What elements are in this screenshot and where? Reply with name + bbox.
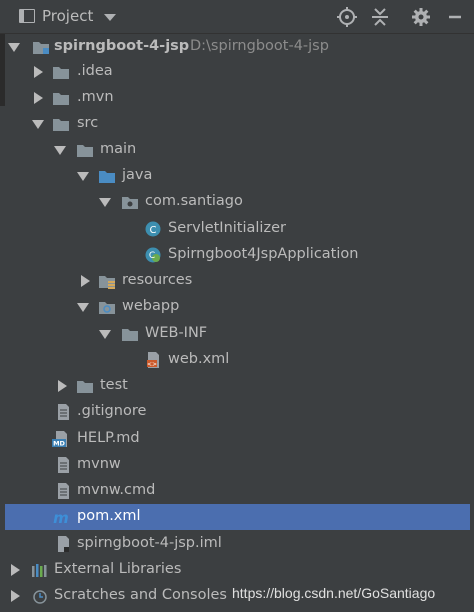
module-folder-icon <box>33 42 49 54</box>
gear-icon[interactable] <box>410 6 432 28</box>
source-folder-icon <box>99 171 115 183</box>
svg-text:C: C <box>149 251 155 261</box>
scratches-icon <box>33 590 47 604</box>
tree-item-main[interactable]: main <box>0 137 474 163</box>
tree-item-label: spirngboot-4-jsp.iml <box>77 535 222 551</box>
module-file-icon <box>58 536 69 552</box>
tree-item-label: HELP.md <box>77 430 140 446</box>
folder-icon <box>53 67 69 79</box>
view-dropdown-icon[interactable] <box>104 14 116 21</box>
tree-item-label: pom.xml <box>77 508 141 524</box>
library-icon <box>32 564 47 577</box>
tree-item-label: main <box>100 141 137 157</box>
tree-item-idea[interactable]: .idea <box>0 59 474 85</box>
project-path: D:\spirngboot-4-jsp <box>190 38 329 54</box>
tree-item-label: mvnw <box>77 456 121 472</box>
tree-item-label: webapp <box>122 298 180 314</box>
tree-item-label: Scratches and Consoles <box>54 587 227 603</box>
tool-window-title[interactable]: Project <box>42 7 93 25</box>
project-view-icon <box>19 9 35 23</box>
tree-item-project-root[interactable]: spirngboot-4-jsp D:\spirngboot-4-jsp <box>0 34 474 60</box>
tree-item-gitignore[interactable]: .gitignore <box>0 399 474 425</box>
folder-icon <box>77 145 93 157</box>
tree-item-label: .mvn <box>77 89 114 105</box>
expand-arrow-icon[interactable] <box>77 172 89 181</box>
hide-panel-icon[interactable] <box>444 6 466 28</box>
package-icon <box>122 197 138 209</box>
tree-item-test[interactable]: test <box>0 373 474 399</box>
tree-item-label: WEB-INF <box>145 325 208 341</box>
tree-item-label: External Libraries <box>54 561 182 577</box>
svg-text:C: C <box>150 225 157 236</box>
folder-icon <box>53 93 69 105</box>
folder-icon <box>53 119 69 131</box>
collapsed-arrow-icon[interactable] <box>34 66 43 78</box>
tree-item-src[interactable]: src <box>0 111 474 137</box>
svg-text:<>: <> <box>147 361 157 368</box>
xml-file-icon: <> <box>147 352 159 368</box>
tree-item-label: com.santiago <box>145 193 243 209</box>
tree-item-external-libraries[interactable]: External Libraries <box>0 557 474 583</box>
project-name: spirngboot-4-jsp <box>54 38 190 54</box>
collapsed-arrow-icon[interactable] <box>34 92 43 104</box>
tree-item-servlet-initializer[interactable]: C ServletInitializer <box>0 216 474 242</box>
collapsed-arrow-icon[interactable] <box>58 380 67 392</box>
web-folder-icon <box>99 302 115 314</box>
tree-item-label: web.xml <box>168 351 230 367</box>
markdown-file-icon: MD <box>52 431 67 448</box>
collapsed-arrow-icon[interactable] <box>11 590 20 602</box>
tree-item-pom-xml[interactable]: m pom.xml <box>5 504 470 530</box>
tree-item-web-inf[interactable]: WEB-INF <box>0 321 474 347</box>
tree-item-web-xml[interactable]: <> web.xml <box>0 347 474 373</box>
collapsed-arrow-icon[interactable] <box>81 275 90 287</box>
tree-item-label: Spirngboot4JspApplication <box>168 246 359 262</box>
expand-arrow-icon[interactable] <box>77 303 89 312</box>
locate-file-icon[interactable] <box>336 6 358 28</box>
expand-arrow-icon[interactable] <box>99 198 111 207</box>
tree-item-package[interactable]: com.santiago <box>0 189 474 215</box>
svg-text:MD: MD <box>53 440 65 448</box>
tree-item-label: java <box>122 167 153 183</box>
java-class-icon: C <box>145 221 161 237</box>
tree-item-label: .gitignore <box>77 403 147 419</box>
tree-item-mvn[interactable]: .mvn <box>0 85 474 111</box>
text-file-icon <box>58 457 69 473</box>
tree-item-label: mvnw.cmd <box>77 482 156 498</box>
collapsed-arrow-icon[interactable] <box>11 564 20 576</box>
tree-item-iml[interactable]: spirngboot-4-jsp.iml <box>0 531 474 557</box>
text-file-icon <box>58 483 69 499</box>
tree-item-resources[interactable]: resources <box>0 268 474 294</box>
tree-item-label: ServletInitializer <box>168 220 286 236</box>
folder-icon <box>122 329 138 341</box>
tree-item-help-md[interactable]: MD HELP.md <box>0 426 474 452</box>
tree-item-label: src <box>77 115 99 131</box>
tree-item-webapp[interactable]: webapp <box>0 294 474 320</box>
collapse-all-icon[interactable] <box>369 6 391 28</box>
expand-arrow-icon[interactable] <box>32 120 44 129</box>
folder-icon <box>77 381 93 393</box>
tree-item-mvnw[interactable]: mvnw <box>0 452 474 478</box>
svg-text:m: m <box>53 509 69 525</box>
tool-window-header: Project <box>0 0 474 34</box>
tree-item-label: resources <box>122 272 193 288</box>
tree-item-label: .idea <box>77 63 113 79</box>
text-file-icon <box>58 404 69 420</box>
expand-arrow-icon[interactable] <box>54 146 66 155</box>
expand-arrow-icon[interactable] <box>8 43 20 52</box>
maven-icon: m <box>53 509 69 525</box>
tree-item-mvnw-cmd[interactable]: mvnw.cmd <box>0 478 474 504</box>
resources-folder-icon <box>99 276 115 289</box>
spring-boot-class-icon: C <box>145 247 161 263</box>
tree-item-java[interactable]: java <box>0 163 474 189</box>
watermark-url: https://blog.csdn.net/GoSantiago <box>232 585 436 601</box>
tree-item-application[interactable]: C Spirngboot4JspApplication <box>0 242 474 268</box>
expand-arrow-icon[interactable] <box>99 330 111 339</box>
tree-item-label: test <box>100 377 128 393</box>
